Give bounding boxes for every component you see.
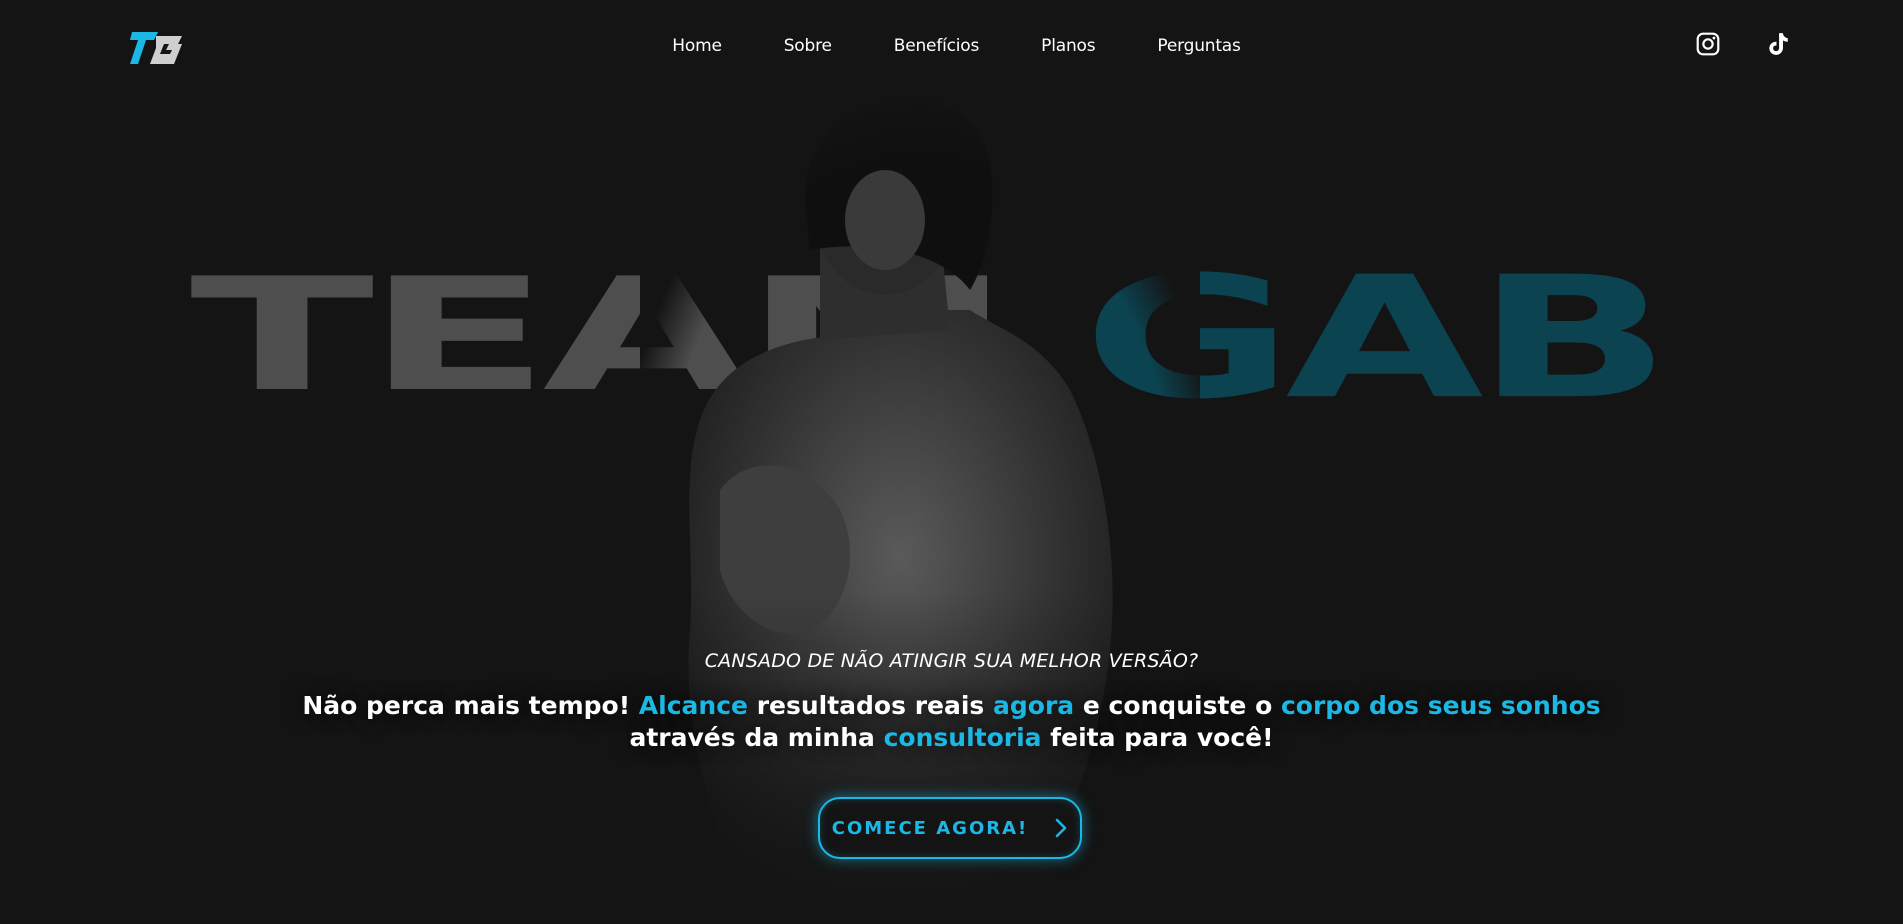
- hero-title-text: e conquiste o: [1074, 691, 1281, 720]
- hero-title-highlight: Alcance: [638, 691, 748, 720]
- hero-title-highlight: agora: [993, 691, 1075, 720]
- main-navigation: Home Sobre Benefícios Planos Perguntas: [0, 36, 1903, 56]
- social-links: [1695, 31, 1791, 57]
- hero-title-highlight: consultoria: [883, 723, 1042, 752]
- start-now-button[interactable]: COMECE AGORA!: [818, 797, 1082, 859]
- hero-title-text: Não perca mais tempo!: [302, 691, 639, 720]
- tiktok-icon[interactable]: [1765, 31, 1791, 57]
- hero-title: Não perca mais tempo! Alcance resultados…: [300, 690, 1603, 754]
- nav-links: Home Sobre Benefícios Planos Perguntas: [641, 36, 1271, 56]
- landing-page: Home Sobre Benefícios Planos Perguntas T…: [0, 0, 1903, 924]
- hero-title-highlight: corpo dos seus sonhos: [1280, 691, 1601, 720]
- nav-home[interactable]: Home: [672, 36, 722, 56]
- hero-subtitle: CANSADO DE NÃO ATINGIR SUA MELHOR VERSÃO…: [704, 650, 1199, 672]
- start-now-label: COMECE AGORA!: [831, 817, 1029, 839]
- hero-title-text: através da minha: [629, 723, 884, 752]
- hero-title-text: feita para você!: [1041, 723, 1274, 752]
- nav-beneficios[interactable]: Benefícios: [894, 36, 980, 56]
- instagram-icon[interactable]: [1695, 31, 1721, 57]
- nav-sobre[interactable]: Sobre: [784, 36, 832, 56]
- hero-title-text: resultados reais: [747, 691, 994, 720]
- nav-planos[interactable]: Planos: [1041, 36, 1095, 56]
- nav-perguntas[interactable]: Perguntas: [1157, 36, 1240, 56]
- chevron-right-icon: [1055, 818, 1067, 838]
